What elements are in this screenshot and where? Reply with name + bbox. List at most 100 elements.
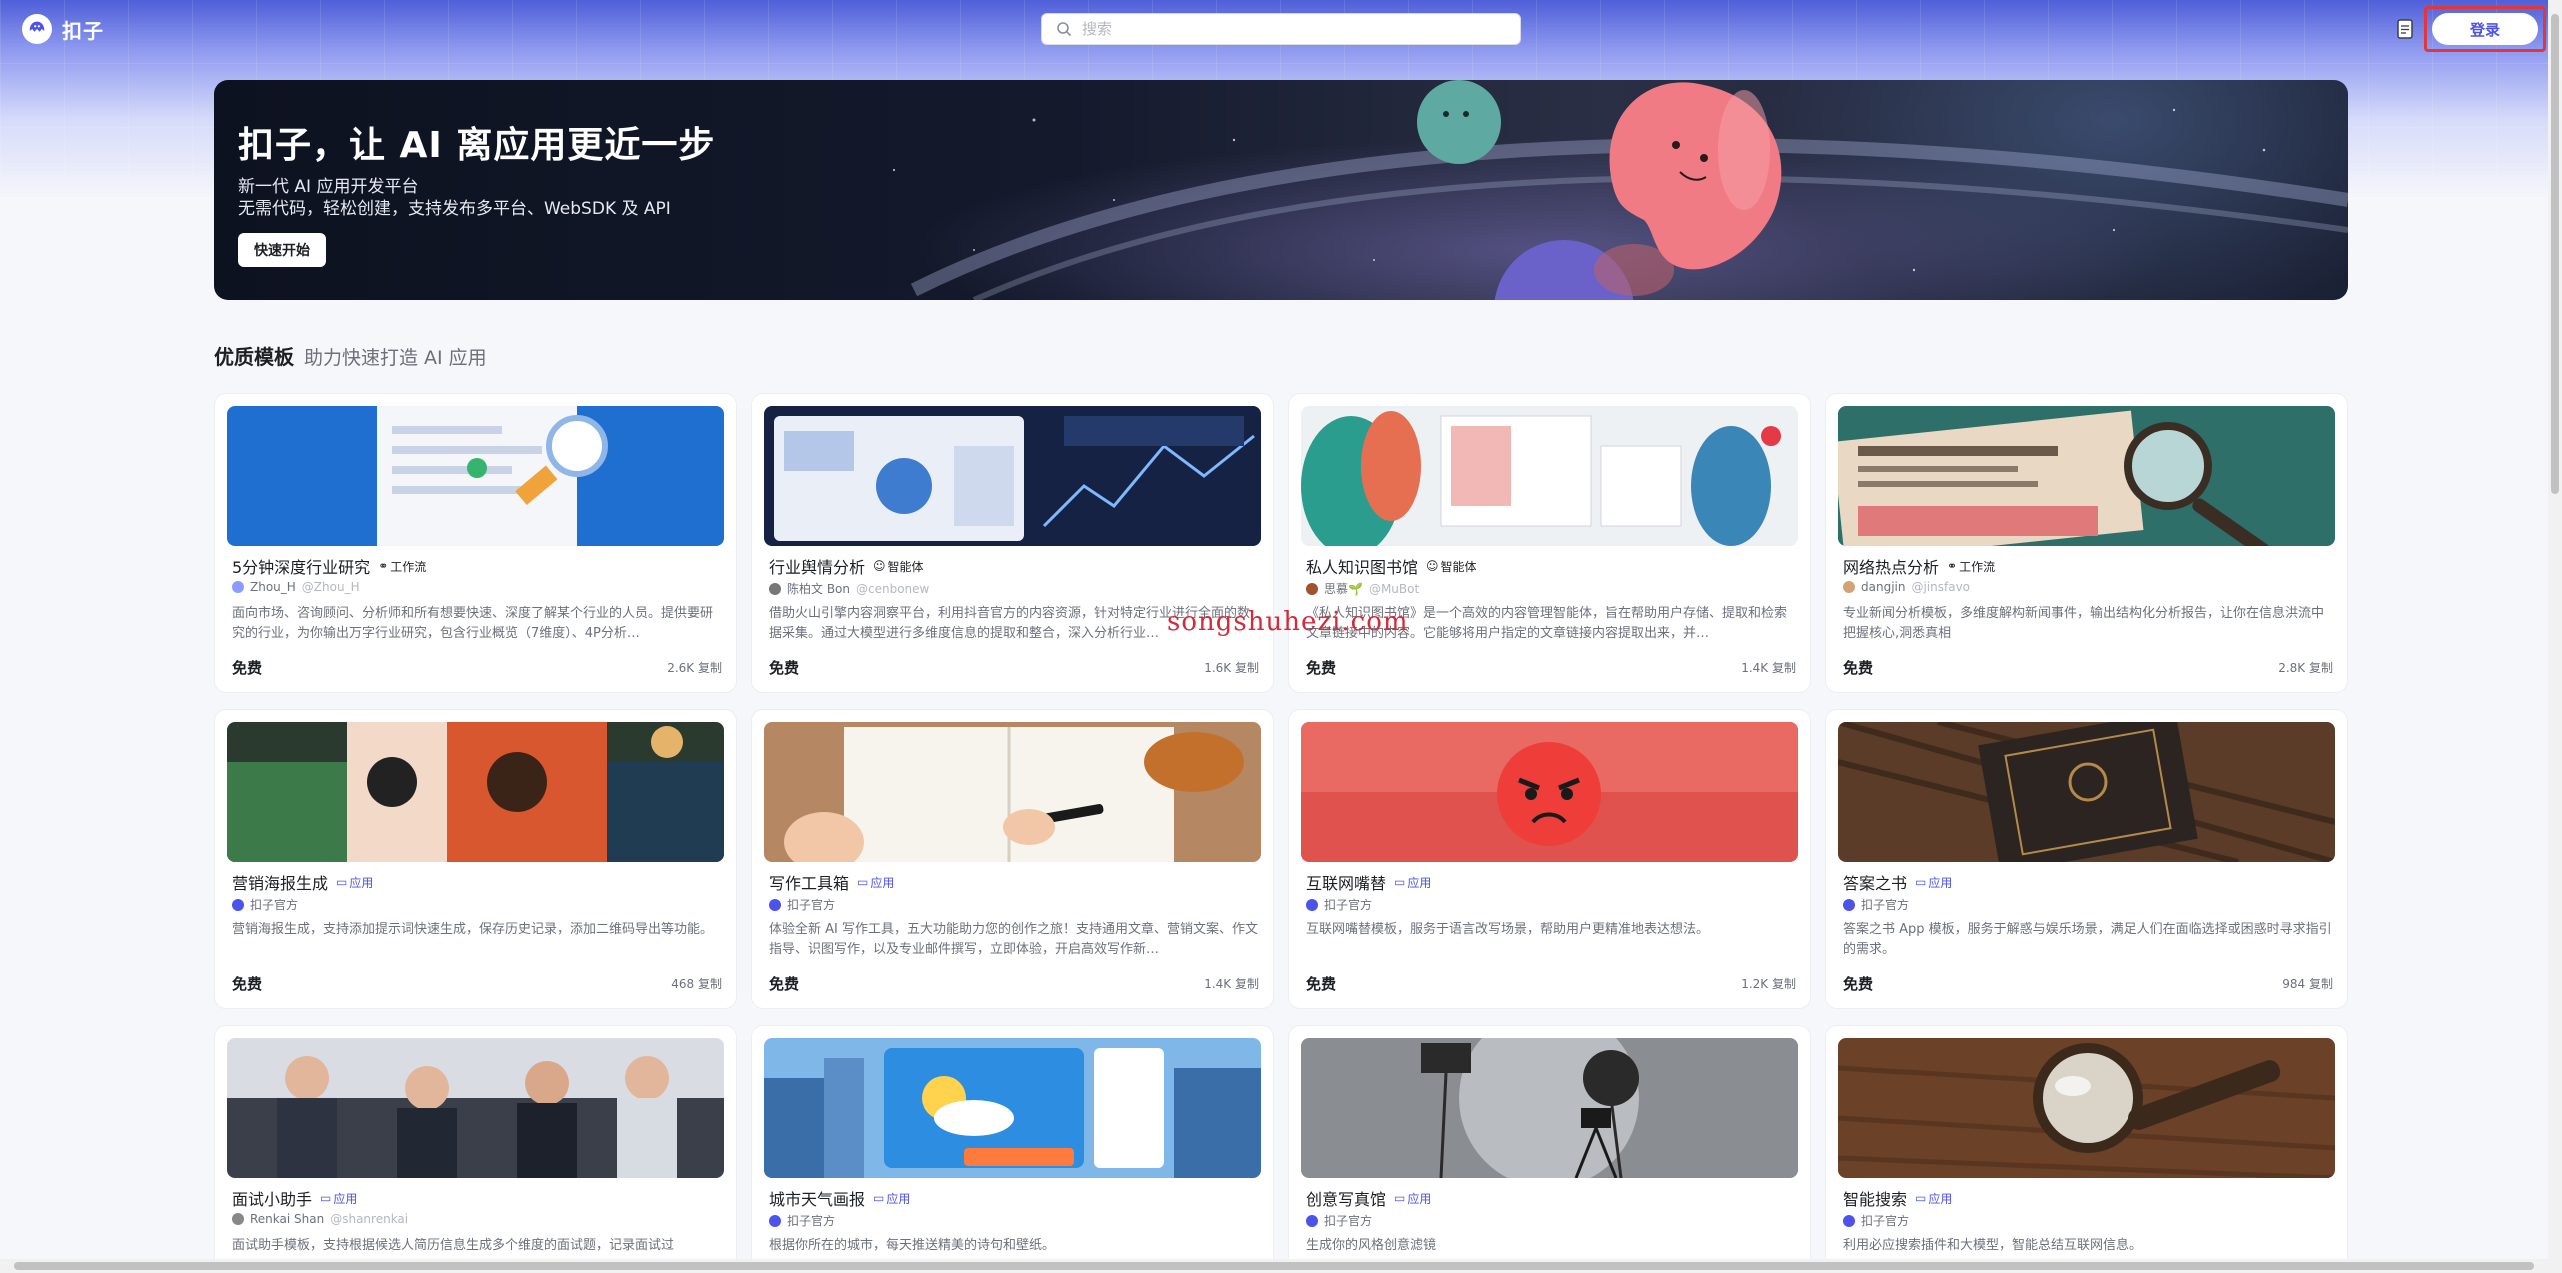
template-tag: 应用 (886, 1191, 911, 1206)
login-button[interactable]: 登录 (2432, 13, 2538, 45)
template-price: 免费 (1306, 659, 1337, 677)
copy-count: 2.8K 复制 (2278, 661, 2333, 675)
template-tag: 应用 (1928, 875, 1953, 890)
author-handle: @Zhou_H (301, 580, 360, 594)
login-highlight: 登录 (2424, 6, 2546, 52)
watermark-text: songshuhezi.com (1167, 607, 1409, 637)
template-tag: 应用 (333, 1191, 358, 1206)
agent-icon: ☺ 智能体 (1426, 559, 1477, 574)
template-image (227, 406, 724, 546)
author-name: Zhou_H (250, 580, 296, 594)
template-image (764, 722, 1261, 862)
template-image (1838, 1038, 2335, 1178)
top-bar: 扣子 登录 (0, 0, 2562, 58)
template-price: 免费 (1306, 975, 1337, 993)
template-tag: 应用 (349, 875, 374, 890)
author-handle: @MuBot (1368, 581, 1420, 596)
author-name: 扣子官方 (1324, 898, 1373, 912)
copy-count: 1.2K 复制 (1741, 977, 1796, 991)
document-icon[interactable] (2393, 17, 2417, 41)
app-icon: ▭ 应用 (1915, 1191, 1953, 1206)
template-title: 网络热点分析 (1843, 558, 1940, 577)
template-title: 私人知识图书馆 (1306, 558, 1419, 577)
horizontal-scrollbar[interactable] (0, 1259, 2562, 1273)
template-image (227, 1038, 724, 1178)
template-image (1838, 722, 2335, 862)
scrollbar-thumb[interactable] (2551, 14, 2559, 494)
template-card[interactable]: 答案之书 ▭ 应用 扣子官方 答案之书 App 模板，服务于解惑与娱乐场景，满足… (1825, 709, 2348, 1009)
author-name: 扣子官方 (1324, 1214, 1373, 1228)
template-card[interactable]: 互联网嘴替 ▭ 应用 扣子官方 互联网嘴替模板，服务于语言改写场景，帮助用户更精… (1288, 709, 1811, 1009)
template-card[interactable]: 网络热点分析 ⚭ 工作流 dangjin @jinsfavo 专业新闻分析模板，多… (1825, 393, 2348, 693)
workflow-icon: ⚭ 工作流 (378, 559, 427, 574)
template-image (1301, 722, 1798, 862)
template-tag: 智能体 (1440, 559, 1477, 574)
avatar (232, 898, 244, 911)
template-card[interactable]: 创意写真馆 ▭ 应用 扣子官方 生成你的风格创意滤镜 (1288, 1025, 1811, 1273)
template-title: 写作工具箱 (769, 874, 850, 893)
app-icon: ▭ 应用 (1915, 875, 1953, 890)
logo[interactable]: 扣子 (22, 14, 104, 44)
app-icon: ▭ 应用 (857, 875, 895, 890)
avatar (1843, 898, 1855, 911)
avatar (1306, 1214, 1318, 1227)
scrollbar-thumb[interactable] (14, 1262, 2534, 1270)
author-name: 扣子官方 (787, 1214, 836, 1228)
author-name: dangjin (1861, 580, 1906, 594)
template-tag: 工作流 (390, 559, 427, 574)
agent-icon: ☺ 智能体 (873, 559, 924, 574)
template-image (764, 1038, 1261, 1178)
template-title: 创意写真馆 (1306, 1190, 1387, 1209)
app-name: 扣子 (62, 18, 104, 43)
author-name: 扣子官方 (250, 898, 299, 912)
search-box[interactable] (1041, 13, 1521, 45)
template-tag: 工作流 (1959, 559, 1996, 574)
search-input[interactable] (1082, 20, 1502, 38)
template-title: 面试小助手 (232, 1190, 313, 1209)
template-image (227, 722, 724, 862)
template-card[interactable]: 写作工具箱 ▭ 应用 扣子官方 体验全新 AI 写作工具，五大功能助力您的创作之… (751, 709, 1274, 1009)
template-tag: 应用 (870, 875, 895, 890)
app-icon: ▭ 应用 (336, 875, 374, 890)
avatar (769, 1214, 781, 1227)
template-image (1301, 1038, 1798, 1178)
template-card[interactable]: 行业舆情分析 ☺ 智能体 陈柏文 Bon @cenbonew 借助火山引擎内容洞察… (751, 393, 1274, 693)
copy-count: 468 复制 (671, 977, 722, 991)
avatar (232, 1213, 244, 1225)
vertical-scrollbar[interactable] (2548, 0, 2562, 1273)
template-price: 免费 (1843, 975, 1874, 993)
author-name: 思慕🌱 (1324, 582, 1363, 596)
avatar (769, 582, 781, 595)
coze-logo-icon (22, 14, 52, 44)
template-description: 互联网嘴替模板，服务于语言改写场景，帮助用户更精准地表达想法。 (1306, 922, 1710, 937)
section-title: 优质模板 (214, 345, 294, 369)
copy-count: 984 复制 (2282, 977, 2333, 991)
template-card[interactable]: 营销海报生成 ▭ 应用 扣子官方 营销海报生成，支持添加提示词快速生成，保存历史… (214, 709, 737, 1009)
author-handle: @shanrenkai (330, 1212, 409, 1226)
app-icon: ▭ 应用 (873, 1191, 911, 1206)
template-description: 面向市场、咨询顾问、分析师和所有想要快速、深度了解某个行业的人员。提供要研究的行… (232, 606, 714, 641)
quick-start-button[interactable]: 快速开始 (238, 233, 326, 267)
avatar (1306, 898, 1318, 911)
template-tag: 智能体 (887, 559, 924, 574)
section-header: 优质模板 助力快速打造 AI 应用 (214, 341, 487, 370)
template-card[interactable]: 私人知识图书馆 ☺ 智能体 思慕🌱 @MuBot 《私人知识图书馆》是一个高效的内… (1288, 393, 1811, 693)
template-price: 免费 (769, 975, 800, 993)
banner-description: 无需代码，轻松创建，支持发布多平台、WebSDK 及 API (238, 199, 671, 219)
template-description: 营销海报生成，支持添加提示词快速生成，保存历史记录，添加二维码导出等功能。 (232, 922, 714, 937)
template-description: 答案之书 App 模板，服务于解惑与娱乐场景，满足人们在面临选择或困惑时寻求指引… (1843, 922, 2332, 957)
app-icon: ▭ 应用 (1394, 875, 1432, 890)
template-title: 互联网嘴替 (1306, 874, 1387, 893)
template-title: 营销海报生成 (232, 874, 329, 893)
template-card[interactable]: 城市天气画报 ▭ 应用 扣子官方 根据你所在的城市，每天推送精美的诗句和壁纸。 (751, 1025, 1274, 1273)
template-title: 5分钟深度行业研究 (232, 558, 371, 577)
app-icon: ▭ 应用 (320, 1191, 358, 1206)
copy-count: 2.6K 复制 (667, 661, 722, 675)
template-card[interactable]: 智能搜索 ▭ 应用 扣子官方 利用必应搜索插件和大模型，智能总结互联网信息。 (1825, 1025, 2348, 1273)
avatar (1843, 581, 1855, 593)
template-card[interactable]: 5分钟深度行业研究 ⚭ 工作流 Zhou_H @Zhou_H 面向市场、咨询顾问、… (214, 393, 737, 693)
template-price: 免费 (1843, 659, 1874, 677)
template-card[interactable]: 面试小助手 ▭ 应用 Renkai Shan @shanrenkai 面试助手模板… (214, 1025, 737, 1273)
avatar (1306, 582, 1318, 595)
author-name: 扣子官方 (787, 898, 836, 912)
